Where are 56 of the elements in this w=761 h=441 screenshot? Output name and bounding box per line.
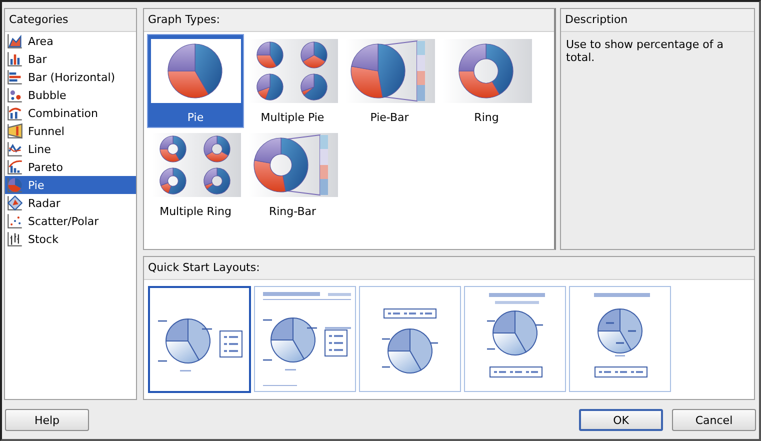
chart-icon (7, 159, 23, 175)
chart-icon (7, 195, 23, 211)
category-item[interactable]: Pareto (5, 158, 136, 176)
category-label: Combination (28, 106, 98, 120)
chart-icon (7, 105, 23, 121)
description-text: Use to show percentage of a total. (566, 38, 724, 64)
ok-button[interactable]: OK (579, 409, 663, 431)
chart-icon (7, 123, 23, 139)
categories-header: Categories (5, 9, 136, 32)
chart-icon (7, 69, 23, 85)
graph-type-option[interactable]: Ring-Bar (244, 128, 341, 222)
category-item[interactable]: Stock (5, 230, 136, 248)
graph-type-option[interactable]: Pie (147, 34, 244, 128)
chart-icon (7, 213, 23, 229)
graph-type-option[interactable]: Multiple Ring (147, 128, 244, 222)
graph-type-option[interactable]: Ring (438, 34, 535, 128)
category-label: Stock (28, 232, 58, 246)
category-label: Line (28, 142, 51, 156)
category-item[interactable]: Funnel (5, 122, 136, 140)
category-item[interactable]: Combination (5, 104, 136, 122)
category-label: Funnel (28, 124, 64, 138)
category-item[interactable]: Bar (5, 50, 136, 68)
category-label: Radar (28, 196, 60, 210)
category-item[interactable]: Line (5, 140, 136, 158)
cancel-button[interactable]: Cancel (672, 409, 756, 431)
pie-chart-icon (150, 39, 240, 103)
graph-type-label: Pie (187, 111, 204, 124)
chart-icon (7, 177, 23, 193)
category-item[interactable]: Scatter/Polar (5, 212, 136, 230)
category-label: Pie (28, 178, 44, 192)
category-label: Pareto (28, 160, 63, 174)
graph-type-label: Ring (474, 111, 499, 124)
quick-start-header: Quick Start Layouts: (144, 257, 754, 280)
graph-type-label: Multiple Ring (160, 205, 232, 218)
chart-icon (7, 51, 23, 67)
graph-type-option[interactable]: Pie-Bar (341, 34, 438, 128)
graph-type-option[interactable]: Multiple Pie (244, 34, 341, 128)
chart-icon (7, 141, 23, 157)
graph-types-header: Graph Types: (144, 9, 554, 32)
graph-type-label: Ring-Bar (268, 205, 316, 218)
chart-icon (7, 33, 23, 49)
category-item[interactable]: Bar (Horizontal) (5, 68, 136, 86)
category-item[interactable]: Area (5, 32, 136, 50)
category-item[interactable]: Radar (5, 194, 136, 212)
category-label: Bar (Horizontal) (28, 70, 116, 84)
category-label: Bubble (28, 88, 66, 102)
graph-type-label: Pie-Bar (370, 111, 409, 124)
category-label: Area (28, 34, 54, 48)
category-label: Scatter/Polar (28, 214, 99, 228)
chart-icon (7, 231, 23, 247)
graph-type-label: Multiple Pie (260, 111, 324, 124)
category-item[interactable]: Bubble (5, 86, 136, 104)
help-button[interactable]: Help (5, 409, 89, 431)
chart-icon (7, 87, 23, 103)
category-label: Bar (28, 52, 47, 66)
category-item[interactable]: Pie (5, 176, 136, 194)
